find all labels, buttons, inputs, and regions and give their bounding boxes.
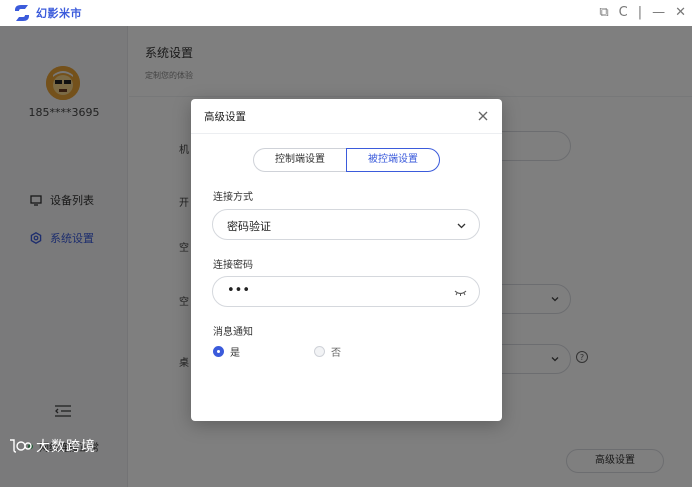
connection-password-input[interactable]: •••	[212, 276, 480, 307]
close-window-button[interactable]: ✕	[675, 4, 686, 22]
eye-closed-icon[interactable]	[454, 287, 467, 298]
advanced-settings-dialog: 高级设置 控制端设置 被控端设置 连接方式 密码验证 连接密码 ••• 消息通知…	[191, 99, 502, 421]
radio-option-yes[interactable]: 是	[213, 344, 240, 359]
radio-unchecked-icon	[314, 346, 325, 357]
radio-label: 是	[230, 348, 240, 359]
separator: |	[637, 5, 643, 20]
connection-method-label: 连接方式	[213, 192, 253, 203]
watermark-text: 大数跨境	[36, 439, 96, 455]
chevron-down-icon	[457, 223, 466, 229]
app-logo-icon	[15, 5, 29, 21]
app-title: 幻影米市	[36, 7, 82, 20]
minimize-button[interactable]: —	[652, 4, 665, 22]
notification-radio-group: 是 否	[213, 344, 341, 359]
title-bar: 幻影米市 ⧉ C | — ✕	[0, 0, 692, 26]
tab-controlled-settings[interactable]: 被控端设置	[346, 148, 440, 172]
close-icon[interactable]	[476, 109, 490, 123]
password-value: •••	[227, 283, 251, 298]
screen-icon[interactable]: ⧉	[599, 4, 608, 22]
radio-option-no[interactable]: 否	[314, 344, 341, 359]
radio-checked-icon	[213, 346, 224, 357]
notification-label: 消息通知	[213, 327, 253, 338]
settings-tabs: 控制端设置 被控端设置	[253, 148, 440, 172]
connection-method-value: 密码验证	[227, 220, 271, 233]
connection-method-select[interactable]: 密码验证	[212, 209, 480, 240]
dialog-divider	[191, 133, 502, 134]
radio-label: 否	[331, 348, 341, 359]
watermark: 大数跨境	[8, 436, 96, 456]
refresh-icon[interactable]: C	[619, 4, 628, 22]
watermark-logo-icon	[10, 439, 32, 453]
connection-password-label: 连接密码	[213, 260, 253, 271]
tab-controller-settings[interactable]: 控制端设置	[253, 148, 346, 172]
dialog-title: 高级设置	[204, 111, 246, 123]
window-controls: ⧉ C | — ✕	[599, 4, 686, 22]
